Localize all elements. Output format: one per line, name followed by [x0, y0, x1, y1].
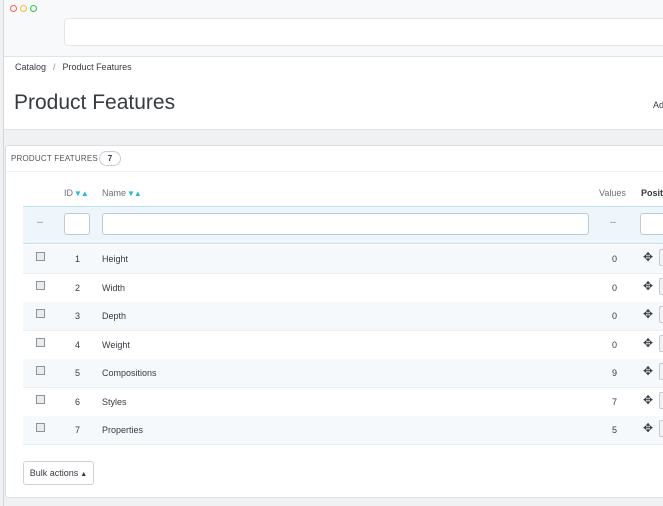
row-name: Weight — [102, 340, 130, 350]
row-checkbox[interactable] — [36, 281, 45, 290]
row-values: 9 — [612, 368, 618, 378]
page-header: Catalog / Product Features Product Featu… — [4, 57, 663, 130]
row-id: 1 — [75, 254, 81, 264]
filter-row: -- -- — [23, 206, 663, 244]
breadcrumb-separator: / — [53, 62, 56, 72]
filter-values-placeholder: -- — [610, 217, 616, 227]
row-name: Depth — [102, 311, 127, 321]
bulk-actions-label: Bulk actions — [29, 468, 79, 478]
row-checkbox[interactable] — [36, 423, 45, 432]
count-badge: 7 — [99, 151, 121, 166]
row-name: Properties — [102, 425, 144, 435]
table-row[interactable]: 4 Weight 0 ✥ — [23, 331, 663, 360]
row-values: 0 — [612, 340, 618, 350]
row-values: 5 — [612, 425, 618, 435]
position-dragger[interactable] — [659, 249, 663, 266]
caret-up-icon: ▲ — [80, 471, 88, 478]
column-header-name[interactable]: Name▼▲ — [102, 188, 142, 198]
table-row[interactable]: 6 Styles 7 ✥ — [23, 388, 663, 417]
column-header-values: Values — [599, 188, 626, 198]
row-name: Styles — [102, 397, 127, 407]
address-bar[interactable] — [64, 18, 663, 46]
minimize-window-icon[interactable] — [20, 5, 27, 12]
breadcrumb-catalog[interactable]: Catalog — [15, 62, 46, 72]
row-checkbox[interactable] — [36, 395, 45, 404]
filter-id-input[interactable] — [64, 213, 90, 235]
position-dragger[interactable] — [659, 306, 663, 323]
row-checkbox[interactable] — [36, 366, 45, 375]
panel-heading: PRODUCT FEATURES 7 — [6, 146, 663, 172]
toolbar-button-add[interactable]: Ad — [653, 100, 663, 110]
row-values: 0 — [612, 283, 618, 293]
move-arrows-icon[interactable]: ✥ — [643, 250, 653, 264]
features-panel: PRODUCT FEATURES 7 ID▼▲ Name▼▲ Values Po… — [5, 145, 663, 498]
panel-title: PRODUCT FEATURES — [11, 154, 98, 163]
position-dragger[interactable] — [659, 363, 663, 380]
filter-position-input[interactable] — [640, 213, 663, 235]
table-row[interactable]: 2 Width 0 ✥ — [23, 274, 663, 303]
move-arrows-icon[interactable]: ✥ — [643, 364, 653, 378]
row-checkbox[interactable] — [36, 338, 45, 347]
row-values: 0 — [612, 311, 618, 321]
bulk-actions-button[interactable]: Bulk actions ▲ — [23, 461, 94, 485]
row-values: 0 — [612, 254, 618, 264]
column-header-position[interactable]: Positi — [641, 188, 663, 198]
breadcrumb: Catalog / Product Features — [15, 62, 132, 72]
row-values: 7 — [612, 397, 618, 407]
move-arrows-icon[interactable]: ✥ — [643, 421, 653, 435]
close-window-icon[interactable] — [10, 5, 17, 12]
column-label-name: Name — [102, 188, 127, 198]
table-row[interactable]: 1 Height 0 ✥ — [23, 245, 663, 274]
row-id: 7 — [75, 425, 81, 435]
row-name: Compositions — [102, 368, 157, 378]
maximize-window-icon[interactable] — [30, 5, 37, 12]
column-header-id[interactable]: ID▼▲ — [64, 188, 89, 198]
row-name: Height — [102, 254, 129, 264]
filter-checkbox-placeholder: -- — [37, 217, 43, 227]
position-dragger[interactable] — [659, 392, 663, 409]
window-controls — [10, 5, 37, 12]
page-title: Product Features — [14, 91, 176, 115]
column-label-id: ID — [64, 188, 73, 198]
table-row[interactable]: 3 Depth 0 ✥ — [23, 302, 663, 331]
row-id: 5 — [75, 368, 81, 378]
move-arrows-icon[interactable]: ✥ — [643, 393, 653, 407]
position-dragger[interactable] — [659, 278, 663, 295]
row-id: 2 — [75, 283, 81, 293]
sort-arrows-icon[interactable]: ▼▲ — [74, 189, 89, 198]
breadcrumb-current: Product Features — [62, 62, 132, 72]
move-arrows-icon[interactable]: ✥ — [643, 307, 653, 321]
filter-name-input[interactable] — [102, 213, 589, 235]
row-checkbox[interactable] — [36, 309, 45, 318]
row-id: 6 — [75, 397, 81, 407]
table-row[interactable]: 5 Compositions 9 ✥ — [23, 359, 663, 388]
move-arrows-icon[interactable]: ✥ — [643, 279, 653, 293]
move-arrows-icon[interactable]: ✥ — [643, 336, 653, 350]
row-id: 4 — [75, 340, 81, 350]
row-checkbox[interactable] — [36, 252, 45, 261]
table-row[interactable]: 7 Properties 5 ✥ — [23, 416, 663, 445]
position-dragger[interactable] — [659, 420, 663, 437]
row-id: 3 — [75, 311, 81, 321]
row-name: Width — [102, 283, 126, 293]
browser-topbar — [4, 0, 663, 57]
position-dragger[interactable] — [659, 335, 663, 352]
sort-arrows-icon[interactable]: ▼▲ — [127, 189, 142, 198]
